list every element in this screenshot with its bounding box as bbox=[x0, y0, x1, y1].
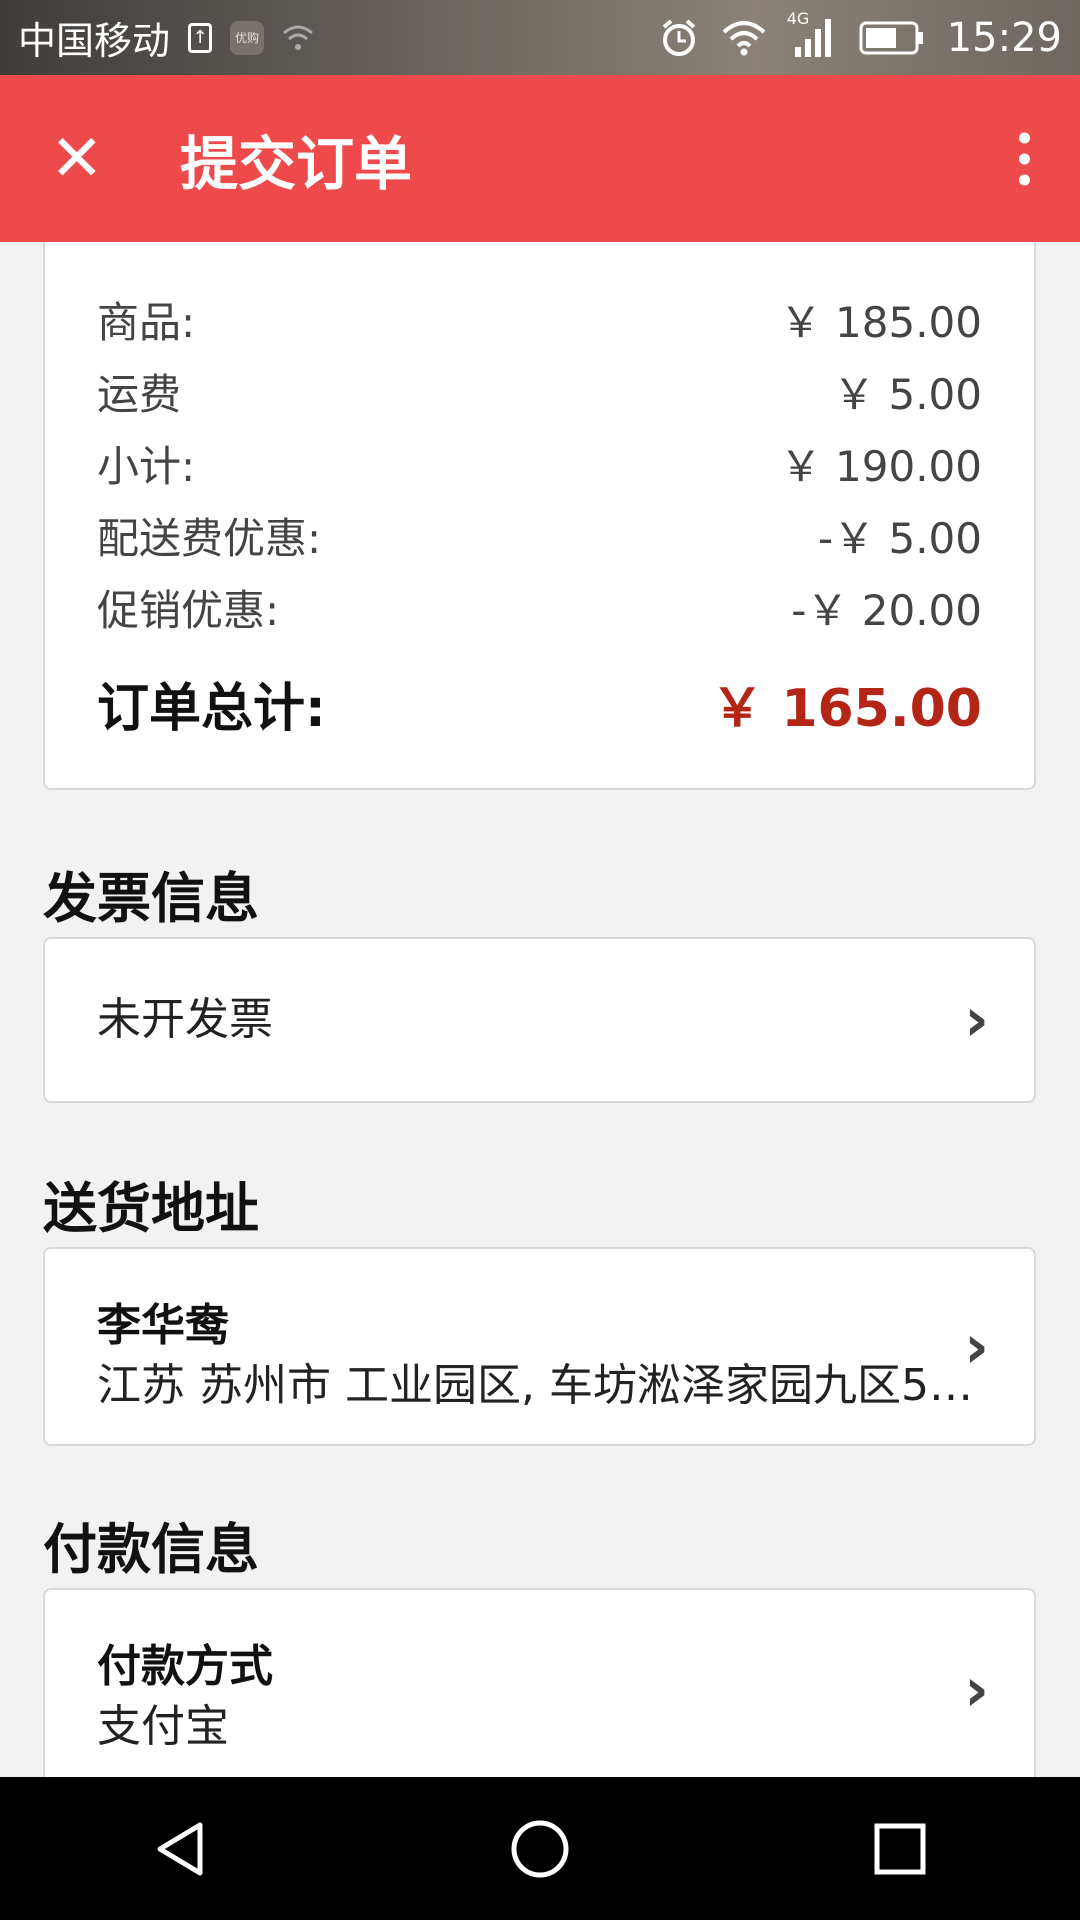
invoice-value: 未开发票 bbox=[97, 994, 273, 1045]
close-icon[interactable]: ✕ bbox=[50, 127, 104, 191]
home-icon[interactable] bbox=[490, 1799, 590, 1899]
summary-value: -￥ 5.00 bbox=[817, 514, 982, 563]
app-bar: ✕ 提交订单 bbox=[0, 75, 1080, 242]
summary-row-shipping-discount: 配送费优惠: -￥ 5.00 bbox=[97, 505, 982, 566]
wifi-question-icon bbox=[282, 23, 314, 53]
summary-label: 促销优惠: bbox=[97, 586, 280, 635]
app-notification-icon: 优购 bbox=[230, 20, 265, 55]
status-right: 4G 15:29 bbox=[659, 9, 1062, 61]
summary-row-promo-discount: 促销优惠: -￥ 20.00 bbox=[97, 577, 982, 638]
alarm-icon bbox=[659, 18, 699, 58]
order-summary-card: 商品: ￥ 185.00 运费 ￥ 5.00 小计: ￥ 190.00 配送费优… bbox=[43, 242, 1036, 790]
payment-method-label: 付款方式 bbox=[97, 1641, 273, 1692]
status-bar: 中国移动 ↑ 优购 4G 15:29 bbox=[0, 0, 1080, 75]
invoice-card[interactable]: 未开发票 › bbox=[43, 937, 1036, 1103]
summary-value: ￥ 5.00 bbox=[833, 370, 982, 419]
order-total-label: 订单总计: bbox=[97, 679, 326, 739]
address-detail: 江苏 苏州市 工业园区, 车坊淞泽家园九区51... bbox=[97, 1360, 977, 1411]
order-total-value: ￥ 165.00 bbox=[711, 679, 982, 739]
status-left: 中国移动 ↑ 优购 bbox=[18, 10, 314, 65]
back-icon[interactable] bbox=[130, 1799, 230, 1899]
carrier-label: 中国移动 bbox=[18, 19, 171, 63]
payment-section-title: 付款信息 bbox=[43, 1518, 259, 1581]
clock: 15:29 bbox=[946, 14, 1062, 61]
summary-label: 小计: bbox=[97, 442, 196, 491]
cell-signal-icon: 4G bbox=[787, 9, 837, 59]
summary-row-goods: 商品: ￥ 185.00 bbox=[97, 289, 982, 350]
summary-row-subtotal: 小计: ￥ 190.00 bbox=[97, 433, 982, 494]
order-content[interactable]: 商品: ￥ 185.00 运费 ￥ 5.00 小计: ￥ 190.00 配送费优… bbox=[0, 242, 1080, 1777]
chevron-right-icon: › bbox=[964, 1655, 989, 1725]
upload-icon: ↑ bbox=[188, 22, 213, 53]
invoice-section-title: 发票信息 bbox=[43, 867, 259, 930]
chevron-right-icon: › bbox=[964, 985, 989, 1055]
system-nav-bar bbox=[0, 1777, 1080, 1920]
address-section-title: 送货地址 bbox=[43, 1177, 259, 1240]
order-total-row: 订单总计: ￥ 165.00 bbox=[97, 666, 982, 741]
address-card[interactable]: 李华鸯 江苏 苏州市 工业园区, 车坊淞泽家园九区51... › bbox=[43, 1247, 1036, 1446]
recents-icon[interactable] bbox=[850, 1799, 950, 1899]
more-vert-icon[interactable] bbox=[1004, 132, 1044, 185]
wifi-icon bbox=[721, 20, 767, 56]
payment-card[interactable]: 付款方式 支付宝 › bbox=[43, 1588, 1036, 1777]
summary-label: 配送费优惠: bbox=[97, 514, 322, 563]
chevron-right-icon: › bbox=[964, 1311, 989, 1382]
page-title: 提交订单 bbox=[180, 129, 413, 198]
summary-value: -￥ 20.00 bbox=[791, 586, 982, 635]
summary-value: ￥ 185.00 bbox=[779, 298, 982, 347]
battery-icon bbox=[859, 21, 925, 55]
summary-label: 运费 bbox=[97, 370, 182, 419]
payment-method-value: 支付宝 bbox=[97, 1701, 229, 1752]
network-type-label: 4G bbox=[786, 8, 810, 28]
summary-value: ￥ 190.00 bbox=[779, 442, 982, 491]
summary-row-shipping: 运费 ￥ 5.00 bbox=[97, 361, 982, 422]
recipient-name: 李华鸯 bbox=[97, 1300, 229, 1351]
summary-label: 商品: bbox=[97, 298, 196, 347]
